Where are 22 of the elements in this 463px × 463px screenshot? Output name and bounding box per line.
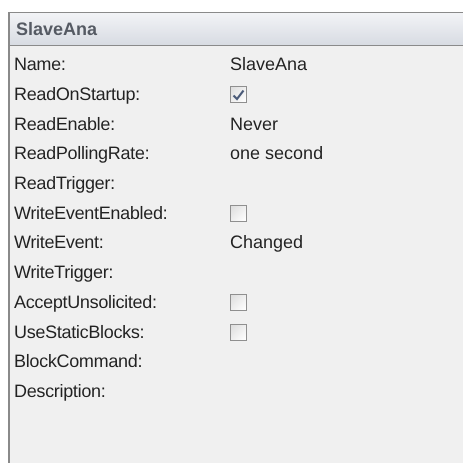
checkbox[interactable] <box>230 86 247 104</box>
property-value: Changed <box>230 231 304 254</box>
property-label: ReadPollingRate: <box>14 142 150 166</box>
checkbox[interactable] <box>230 204 247 222</box>
property-label: ReadEnable: <box>14 112 116 136</box>
property-label: Name: <box>14 53 67 76</box>
property-label: AcceptUnsolicited: <box>14 290 158 314</box>
checkmark-icon <box>232 88 245 101</box>
property-value: Never <box>230 112 278 136</box>
property-label: UseStaticBlocks: <box>14 320 146 344</box>
property-label: ReadOnStartup: <box>14 83 141 106</box>
checkbox[interactable] <box>230 294 247 311</box>
property-label: ReadTrigger: <box>14 172 116 196</box>
checkbox[interactable] <box>230 324 247 341</box>
property-label: WriteEvent: <box>14 231 104 254</box>
property-value: SlaveAna <box>230 53 308 76</box>
property-label: WriteEventEnabled: <box>14 202 168 225</box>
property-label: BlockCommand: <box>14 350 144 374</box>
property-label: WriteTrigger: <box>14 261 114 284</box>
property-value: one second <box>230 142 324 166</box>
panel-title: SlaveAna <box>16 18 98 40</box>
property-label: Description: <box>14 380 106 403</box>
